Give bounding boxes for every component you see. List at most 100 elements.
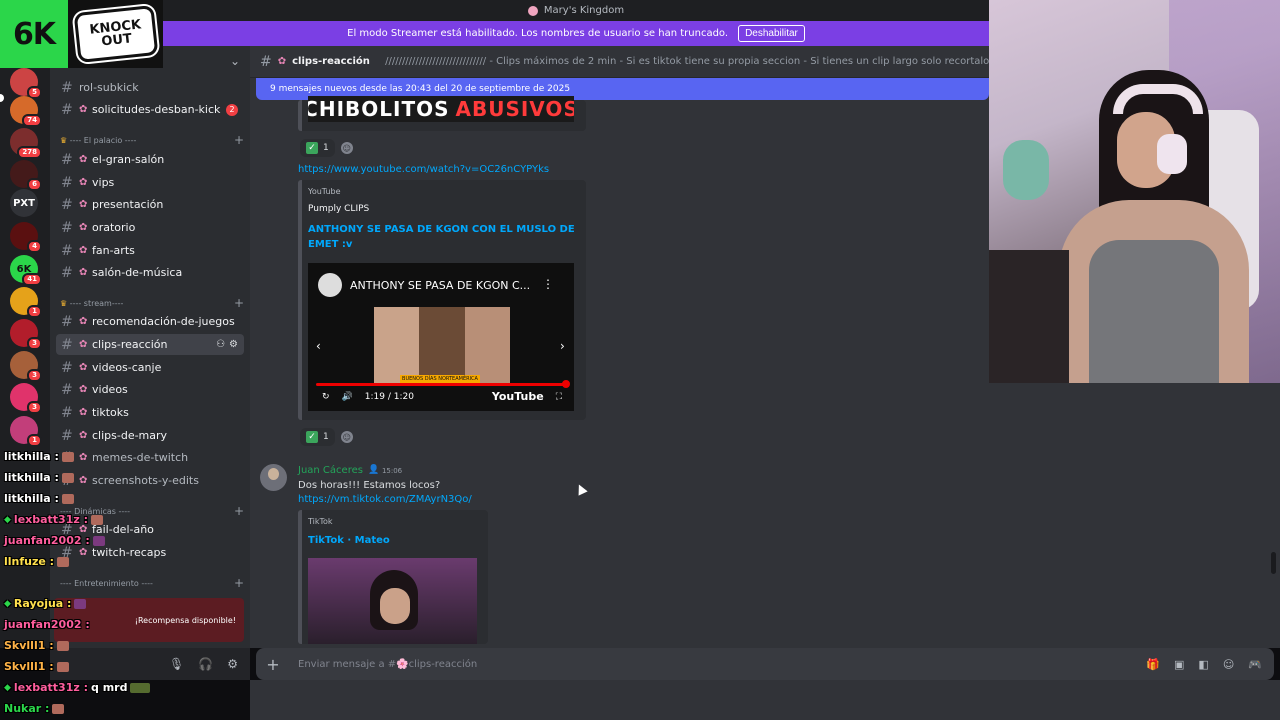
channel-label: clips-reacción bbox=[92, 338, 168, 351]
reaction-check[interactable]: ✓ 1 bbox=[300, 428, 335, 446]
add-channel-icon[interactable]: + bbox=[234, 576, 244, 590]
channel-oratorio[interactable]: # ✿ oratorio bbox=[56, 217, 244, 238]
prev-arrow-icon[interactable]: ‹ bbox=[316, 339, 321, 353]
channel-screenshots-y-edits[interactable]: # ✿ screenshots-y-edits bbox=[56, 470, 244, 491]
server-icon-6k[interactable]: 6K 41 bbox=[10, 255, 42, 286]
tiktok-thumbnail[interactable] bbox=[308, 558, 477, 644]
embed-title[interactable]: TikTok · Mateo bbox=[308, 533, 390, 548]
hashtag-icon: # bbox=[61, 404, 73, 421]
add-reaction-icon[interactable]: ☺ bbox=[340, 142, 353, 154]
category-dinamicas[interactable]: ---- Dinámicas ---- + bbox=[60, 504, 244, 518]
hashtag-icon: # bbox=[61, 521, 73, 538]
channel-videos-canje[interactable]: # ✿ videos-canje bbox=[56, 357, 244, 378]
youtube-logo[interactable]: YouTube bbox=[492, 390, 544, 403]
sticker-icon[interactable]: ◧ bbox=[1198, 658, 1208, 671]
reaction-check[interactable]: ✓ 1 bbox=[300, 139, 335, 157]
headphones-icon[interactable]: 🎧 bbox=[198, 657, 213, 671]
composer-placeholder[interactable]: Enviar mensaje a #🌸clips-reacción bbox=[298, 659, 477, 670]
webcam-feed bbox=[989, 0, 1280, 383]
prev-video-thumbnail[interactable]: CHIBOLITOS ABUSIVOS bbox=[308, 96, 574, 122]
channel-fan-arts[interactable]: # ✿ fan-arts bbox=[56, 240, 244, 261]
channel-clips-reaccion[interactable]: # ✿ clips-reacción ⚇ ⚙ bbox=[56, 334, 244, 355]
tiktok-link[interactable]: https://vm.tiktok.com/ZMAyrN3Qo/ bbox=[298, 494, 472, 505]
gamepad-icon[interactable]: 🎮 bbox=[1248, 658, 1262, 671]
stream-screen: 6K KNOCK OUT Mary's Kingdom El modo Stre… bbox=[0, 0, 1280, 720]
scrollbar[interactable] bbox=[1271, 552, 1276, 574]
channel-presentacion[interactable]: # ✿ presentación bbox=[56, 194, 244, 215]
checkmark-icon: ✓ bbox=[306, 142, 318, 154]
channel-twitch-recaps[interactable]: # ✿ twitch-recaps bbox=[56, 542, 244, 563]
more-options-icon[interactable]: ⋮ bbox=[542, 277, 554, 291]
channel-avatar[interactable] bbox=[318, 273, 342, 297]
person-icon: 👤 bbox=[367, 465, 380, 475]
replay-icon[interactable]: ↻ bbox=[322, 392, 330, 402]
server-icon-8[interactable]: 3 bbox=[10, 319, 42, 350]
channel-el-gran-salon[interactable]: # ✿ el-gran-salón bbox=[56, 149, 244, 170]
hashtag-icon: # bbox=[61, 449, 73, 466]
embed-author[interactable]: Pumply CLIPS bbox=[308, 204, 369, 214]
add-channel-icon[interactable]: + bbox=[234, 296, 244, 310]
video-progress[interactable] bbox=[316, 383, 566, 386]
server-icon-4[interactable]: 6 bbox=[10, 160, 42, 191]
video-controls: ↻ 🔊 1:19 / 1:20 YouTube ⛶ bbox=[322, 390, 562, 403]
next-arrow-icon[interactable]: › bbox=[560, 339, 565, 353]
channel-videos[interactable]: # ✿ videos bbox=[56, 379, 244, 400]
gear-icon[interactable]: ⚙ bbox=[227, 657, 238, 671]
flower-icon: ✿ bbox=[79, 199, 88, 210]
category-el-palacio[interactable]: ♛ ---- El palacio ---- + bbox=[60, 133, 244, 147]
add-reaction-icon[interactable]: ☺ bbox=[340, 431, 353, 443]
channel-topic[interactable]: ////////////////////////////// - Clips m… bbox=[385, 56, 989, 67]
category-entretenimiento[interactable]: ---- Entretenimiento ---- + bbox=[60, 576, 244, 590]
server-icon-9[interactable]: 3 bbox=[10, 351, 42, 382]
window-title: Mary's Kingdom bbox=[543, 5, 625, 16]
invite-icon[interactable]: ⚇ bbox=[216, 339, 225, 350]
progress-knob[interactable] bbox=[562, 380, 570, 388]
channel-solicitudes-desban-kick[interactable]: # ✿ solicitudes-desban-kick 2 bbox=[56, 99, 244, 120]
gift-icon[interactable]: 🎁 bbox=[1146, 658, 1160, 671]
hashtag-icon: # bbox=[61, 359, 73, 376]
hashtag-icon: # bbox=[61, 427, 73, 444]
video-player[interactable]: ANTHONY SE PASA DE KGON C... ⋮ BUENOS DÍ… bbox=[308, 263, 574, 411]
channel-clips-de-mary[interactable]: # ✿ clips-de-mary bbox=[56, 425, 244, 446]
reaction-row: ✓ 1 ☺ bbox=[300, 428, 353, 446]
user-panel: 🎙 🎧 ⚙ bbox=[50, 648, 250, 680]
gif-icon[interactable]: ▣ bbox=[1174, 658, 1184, 671]
channel-salon-de-musica[interactable]: # ✿ salón-de-música bbox=[56, 262, 244, 283]
volume-icon[interactable]: 🔊 bbox=[342, 392, 353, 402]
channel-rol-subkick[interactable]: # rol-subkick bbox=[56, 77, 244, 98]
avatar[interactable] bbox=[260, 464, 287, 491]
server-icon-11[interactable]: 1 bbox=[10, 416, 42, 447]
channel-recomendacion-de-juegos[interactable]: # ✿ recomendación-de-juegos bbox=[56, 311, 244, 332]
embed-title[interactable]: ANTHONY SE PASA DE KGON CON EL MUSLO DE … bbox=[308, 222, 578, 252]
server-icon-1[interactable]: 5 bbox=[10, 68, 42, 99]
gear-icon[interactable]: ⚙ bbox=[229, 339, 238, 350]
server-icon-pxt[interactable]: PXT bbox=[10, 189, 38, 217]
disable-streamer-button[interactable]: Deshabilitar bbox=[738, 25, 805, 42]
message-composer[interactable]: + Enviar mensaje a #🌸clips-reacción 🎁 ▣ … bbox=[256, 648, 1274, 680]
chevron-down-icon[interactable]: ⌄ bbox=[230, 54, 240, 68]
server-icon-7[interactable]: 1 bbox=[10, 287, 42, 318]
server-icon-2[interactable]: 74 bbox=[10, 96, 42, 127]
username[interactable]: Juan Cáceres bbox=[298, 465, 363, 476]
fullscreen-icon[interactable]: ⛶ bbox=[556, 392, 562, 402]
channel-memes-de-twitch[interactable]: # ✿ memes-de-twitch bbox=[56, 447, 244, 468]
add-channel-icon[interactable]: + bbox=[234, 504, 244, 518]
channel-tiktoks[interactable]: # ✿ tiktoks bbox=[56, 402, 244, 423]
server-icon-3[interactable]: 278 bbox=[10, 128, 42, 159]
add-attachment-icon[interactable]: + bbox=[256, 655, 290, 674]
add-channel-icon[interactable]: + bbox=[234, 133, 244, 147]
category-label: ---- stream---- bbox=[69, 298, 124, 308]
microphone-icon[interactable]: 🎙 bbox=[169, 657, 184, 671]
channel-fail-del-ano[interactable]: # ✿ fail-del-año bbox=[56, 519, 244, 540]
server-icon-5[interactable]: 4 bbox=[10, 222, 42, 253]
server-icon-10[interactable]: 3 bbox=[10, 383, 42, 414]
flower-icon: ✿ bbox=[277, 56, 287, 67]
youtube-link[interactable]: https://www.youtube.com/watch?v=OC26nCYP… bbox=[298, 164, 549, 175]
channel-vips[interactable]: # ✿ vips bbox=[56, 172, 244, 193]
flower-icon: ✿ bbox=[79, 452, 88, 463]
knockout-logo: KNOCK OUT bbox=[68, 0, 163, 68]
emoji-icon[interactable]: ☺ bbox=[1223, 658, 1234, 671]
reward-banner[interactable]: ¡Recompensa disponible! bbox=[54, 598, 244, 642]
category-stream[interactable]: ♛ ---- stream---- + bbox=[60, 296, 244, 310]
video-title[interactable]: ANTHONY SE PASA DE KGON C... bbox=[350, 279, 530, 292]
